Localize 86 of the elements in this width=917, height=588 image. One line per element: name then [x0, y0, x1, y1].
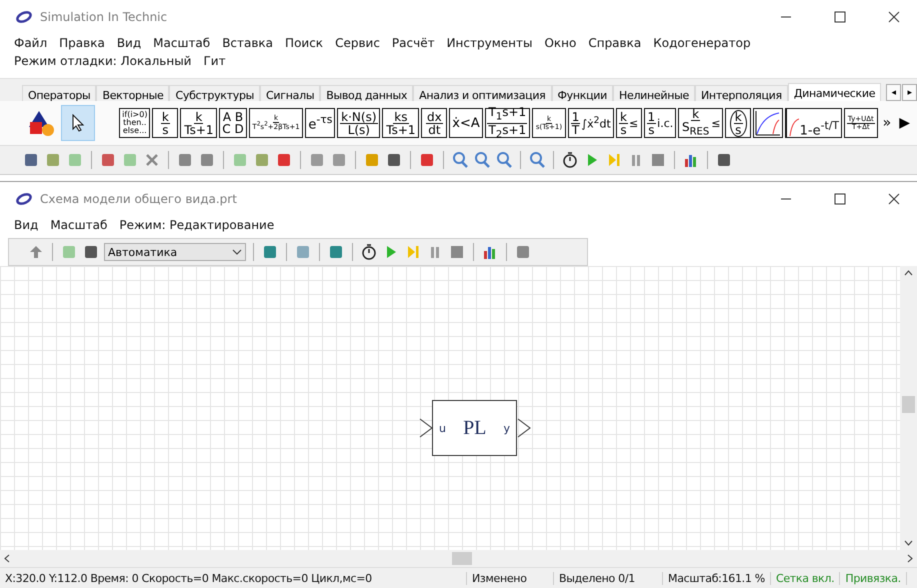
palette-tab[interactable]: Нелинейные [613, 85, 695, 101]
status-coordinates: X:320.0 Y:112.0 Время: 0 Скорость=0 Макс.скорость=0 Цикл,мс=0 [0, 572, 467, 584]
vertical-scrollbar[interactable] [900, 266, 917, 550]
stop-icon[interactable] [448, 243, 466, 261]
palette-block[interactable]: dx dt [421, 108, 448, 138]
palette-tab[interactable]: Интерполяция [695, 85, 788, 101]
port-label: u [439, 422, 446, 434]
scroll-thumb[interactable] [452, 552, 472, 565]
tab-scroll-button[interactable]: ◂ [886, 84, 902, 101]
stopwatch-icon[interactable] [561, 151, 579, 169]
maximize-icon[interactable] [834, 11, 846, 23]
palette-tab[interactable]: Субструктуры [169, 85, 260, 101]
chevron-down-icon [904, 540, 913, 546]
palette-block[interactable]: 1-e$^{-t/T}$ [785, 108, 842, 138]
palette-block[interactable]: k·N(s) L(s) [337, 108, 380, 138]
scroll-thumb[interactable] [902, 396, 915, 413]
palette-tab[interactable]: Динамические [788, 83, 882, 101]
magnifier-icon[interactable] [473, 151, 491, 169]
palette-block[interactable]: ẋ<A [449, 108, 483, 138]
menu-item[interactable]: Файл [8, 36, 54, 50]
menu-item[interactable]: Вставка [216, 36, 280, 50]
status-toggle[interactable]: Привязка. [840, 572, 907, 584]
menu-item[interactable]: Справка [582, 36, 648, 50]
pointer-tool[interactable] [60, 105, 96, 141]
block-label: PL [463, 416, 486, 440]
input-port-icon [419, 418, 433, 438]
app-logo-icon [16, 11, 32, 23]
shapes-icon [27, 109, 56, 137]
output-port-icon [517, 418, 531, 438]
chevron-right-icon [907, 554, 913, 563]
palette-tab[interactable]: Сигналы [260, 85, 320, 101]
magnifier-icon[interactable] [528, 151, 546, 169]
menu-item[interactable]: Режим: Редактирование [113, 218, 280, 232]
palette-block[interactable]: if(i>0) then.. else... [119, 108, 150, 138]
chevron-down-icon [232, 249, 242, 255]
graph-block-icon[interactable] [753, 108, 784, 138]
pl-block[interactable]: u PL y [432, 400, 517, 456]
status-modified: Изменено [467, 572, 554, 584]
status-selection: Выделено 0/1 [554, 572, 663, 584]
magnifier-icon[interactable] [451, 151, 469, 169]
window-title: Simulation In Technic [40, 10, 168, 24]
palette-tab[interactable]: Вывод данных [320, 85, 414, 101]
menu-item[interactable]: Вид [110, 36, 148, 50]
palette-block[interactable]: ks Ts+1 [382, 108, 420, 138]
palette-block[interactable]: A B C D [219, 108, 247, 138]
window-title: Схема модели общего вида.prt [40, 192, 238, 206]
cursor-icon [71, 114, 86, 132]
port-label: y [503, 422, 510, 434]
tab-scroll-button[interactable]: ▸ [902, 84, 917, 101]
palette-block[interactable]: e$^{-τs}$ [305, 108, 336, 138]
menu-item[interactable]: Сервис [329, 36, 386, 50]
menu-item[interactable]: Инструменты [440, 36, 538, 50]
mode-dropdown[interactable]: Автоматика [104, 243, 246, 261]
palette-tab[interactable]: Векторные [96, 85, 170, 101]
palette-tab[interactable]: Функции [552, 85, 614, 101]
menu-item[interactable]: Правка [53, 36, 111, 50]
chevron-up-icon [904, 270, 913, 276]
status-zoom: Масштаб:161.1 % [663, 572, 771, 584]
menu-item[interactable]: Режим отладки: Локальный [8, 54, 198, 68]
chevron-left-icon [4, 554, 10, 563]
maximize-icon[interactable] [834, 193, 846, 205]
palette-block[interactable]: k s [725, 108, 752, 138]
menu-item[interactable]: Масштаб [147, 36, 216, 50]
palette-tab[interactable]: Операторы [22, 85, 96, 101]
status-toggle[interactable]: Сетка вкл. [770, 572, 840, 584]
menu-item[interactable]: Окно [538, 36, 582, 50]
menu-item[interactable]: Вид [8, 218, 44, 232]
menu-item[interactable]: Гит [197, 54, 232, 68]
menu-item[interactable]: Расчёт [386, 36, 441, 50]
palette-block[interactable]: k s [152, 108, 178, 138]
menu-item[interactable]: Кодогенератор [647, 36, 757, 50]
menu-item[interactable]: Поиск [279, 36, 330, 50]
palette-tab[interactable]: Анализ и оптимизация [413, 85, 552, 101]
close-icon[interactable] [888, 193, 900, 205]
close-icon[interactable] [888, 11, 900, 23]
stop-icon[interactable] [649, 151, 667, 169]
app-logo-icon [16, 193, 32, 205]
palette-block[interactable]: k S$_{RES}$ ≤ [678, 108, 724, 138]
next-button[interactable]: ▶ [896, 115, 913, 131]
magnifier-icon[interactable] [495, 151, 513, 169]
curve-icon [789, 117, 799, 137]
stopwatch-icon[interactable] [360, 243, 378, 261]
palette-block[interactable]: k Ts+1 [180, 108, 218, 138]
menu-item[interactable]: Масштаб [44, 218, 114, 232]
horizontal-scrollbar[interactable] [0, 550, 917, 567]
more-button[interactable]: » [880, 115, 894, 131]
